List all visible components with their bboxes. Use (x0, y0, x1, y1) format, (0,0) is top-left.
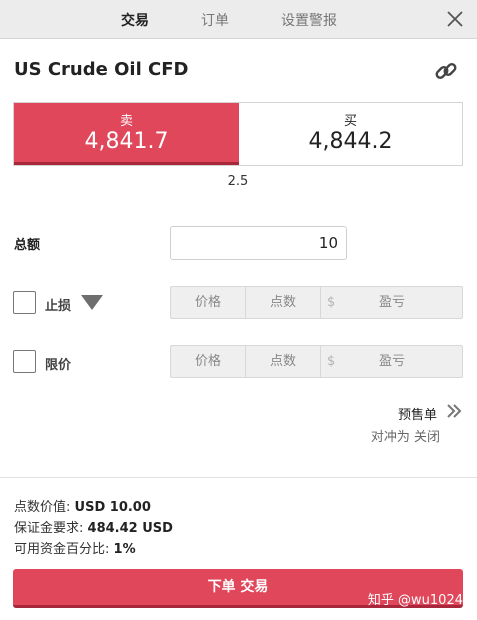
top-tab-bar: 交易 订单 设置警报 (0, 0, 477, 39)
tab-set-alerts[interactable]: 设置警报 (281, 10, 337, 30)
amount-input[interactable]: 10 (170, 226, 347, 260)
limit-fields: 价格 点数 $ 盈亏 (170, 345, 463, 378)
double-chevron-right-icon[interactable] (445, 402, 463, 420)
limit-pl-input[interactable]: $ 盈亏 (321, 346, 462, 377)
funds-label: 可用资金百分比: (14, 542, 110, 557)
currency-symbol: $ (327, 354, 336, 369)
funds-line: 可用资金百分比: 1% (14, 538, 136, 557)
margin-line: 保证金要求: 484.42 USD (14, 517, 173, 536)
tab-orders[interactable]: 订单 (201, 10, 229, 30)
buy-label: 买 (343, 114, 357, 129)
stop-loss-points-input[interactable]: 点数 (246, 287, 321, 318)
buy-button[interactable]: 买 4,844.2 (239, 103, 462, 165)
stop-loss-label: 止损 (45, 299, 72, 314)
hedge-status: 对冲为 关闭 (370, 430, 440, 445)
stop-loss-fields: 价格 点数 $ 盈亏 (170, 286, 463, 319)
stop-loss-pl-input[interactable]: $ 盈亏 (321, 287, 462, 318)
sell-price: 4,841.7 (84, 129, 169, 154)
sell-button[interactable]: 卖 4,841.7 (14, 103, 239, 165)
limit-points-input[interactable]: 点数 (246, 346, 321, 377)
buy-price: 4,844.2 (308, 129, 393, 154)
limit-checkbox[interactable] (13, 350, 36, 373)
margin-value: 484.42 USD (87, 521, 173, 536)
close-icon[interactable] (445, 9, 465, 29)
limit-price-input[interactable]: 价格 (171, 346, 246, 377)
stop-loss-checkbox[interactable] (13, 291, 36, 314)
link-icon[interactable] (433, 58, 459, 84)
point-value-line: 点数价值: USD 10.00 (14, 496, 151, 515)
instrument-title: US Crude Oil CFD (14, 59, 189, 80)
funds-value: 1% (113, 542, 136, 557)
stop-loss-pl-placeholder: 盈亏 (379, 295, 406, 310)
limit-label: 限价 (45, 358, 72, 373)
quote-panel: 卖 4,841.7 买 4,844.2 (13, 102, 463, 166)
presale-order-link[interactable]: 预售单 (398, 404, 437, 423)
currency-symbol: $ (327, 295, 336, 310)
stop-loss-price-input[interactable]: 价格 (171, 287, 246, 318)
sell-label: 卖 (119, 114, 133, 129)
tab-trade[interactable]: 交易 (121, 10, 149, 30)
point-value: USD 10.00 (74, 500, 151, 515)
spread-value: 2.5 (227, 174, 249, 189)
amount-label: 总额 (14, 238, 41, 253)
triangle-down-icon[interactable] (81, 295, 103, 310)
watermark: 知乎 @wu1024 (367, 593, 463, 608)
margin-label: 保证金要求: (14, 521, 84, 536)
divider (0, 477, 477, 478)
limit-pl-placeholder: 盈亏 (379, 354, 406, 369)
point-value-label: 点数价值: (14, 500, 71, 515)
